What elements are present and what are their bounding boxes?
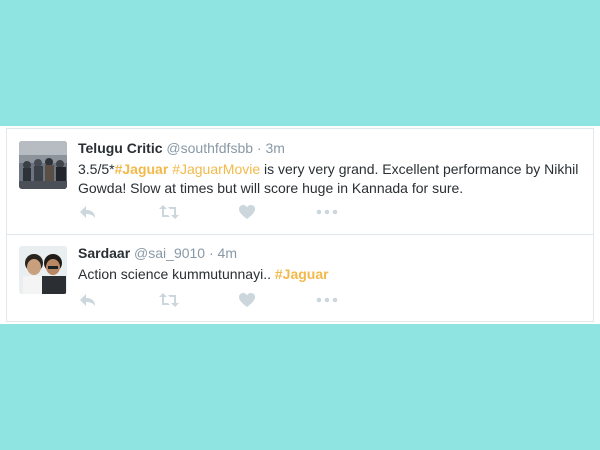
tweet-actions: [78, 203, 368, 223]
tweet-text-prefix: 3.5/5*: [78, 161, 115, 177]
tweet-timeline: Telugu Critic @southfdfsbb · 3m 3.5/5*#J…: [6, 128, 594, 322]
user-handle[interactable]: @sai_9010: [134, 245, 205, 261]
retweet-icon: [159, 205, 179, 219]
more-icon: [316, 209, 338, 215]
tweet-header: Telugu Critic @southfdfsbb · 3m: [78, 139, 581, 157]
display-name[interactable]: Telugu Critic: [78, 140, 163, 156]
reply-icon: [80, 294, 95, 306]
retweet-icon: [159, 293, 179, 307]
hashtag-link[interactable]: #Jaguar: [275, 266, 329, 282]
like-button[interactable]: [238, 291, 262, 311]
tweet-content: Sardaar @sai_9010 · 4m Action science ku…: [78, 244, 581, 284]
avatar[interactable]: [19, 141, 67, 189]
tweet-text-prefix: Action science kummutunnayi..: [78, 266, 275, 282]
like-icon: [239, 205, 255, 219]
reply-button[interactable]: [78, 203, 102, 223]
tweet-card[interactable]: Sardaar @sai_9010 · 4m Action science ku…: [7, 235, 593, 321]
tweet-card[interactable]: Telugu Critic @southfdfsbb · 3m 3.5/5*#J…: [7, 129, 593, 235]
top-background-band: [0, 0, 600, 126]
hashtag-link[interactable]: #JaguarMovie: [172, 161, 260, 177]
timestamp[interactable]: 3m: [265, 140, 284, 156]
more-icon: [316, 297, 338, 303]
tweet-text: 3.5/5*#Jaguar #JaguarMovie is very very …: [78, 160, 581, 198]
tweet-text: Action science kummutunnayi.. #Jaguar: [78, 265, 581, 284]
separator-dot: ·: [208, 245, 214, 261]
tweet-content: Telugu Critic @southfdfsbb · 3m 3.5/5*#J…: [78, 139, 581, 198]
user-handle[interactable]: @southfdfsbb: [166, 140, 253, 156]
timestamp[interactable]: 4m: [218, 245, 237, 261]
reply-button[interactable]: [78, 291, 102, 311]
like-icon: [239, 293, 255, 307]
tweet-actions: [78, 291, 368, 311]
more-button[interactable]: [316, 203, 340, 223]
retweet-button[interactable]: [158, 203, 182, 223]
hashtag-link[interactable]: #Jaguar: [115, 161, 169, 177]
reply-icon: [80, 206, 95, 218]
separator-dot: ·: [256, 140, 262, 156]
retweet-button[interactable]: [158, 291, 182, 311]
like-button[interactable]: [238, 203, 262, 223]
bottom-background-band: [0, 324, 600, 450]
display-name[interactable]: Sardaar: [78, 245, 130, 261]
tweet-header: Sardaar @sai_9010 · 4m: [78, 244, 581, 262]
avatar[interactable]: [19, 246, 67, 294]
more-button[interactable]: [316, 291, 340, 311]
